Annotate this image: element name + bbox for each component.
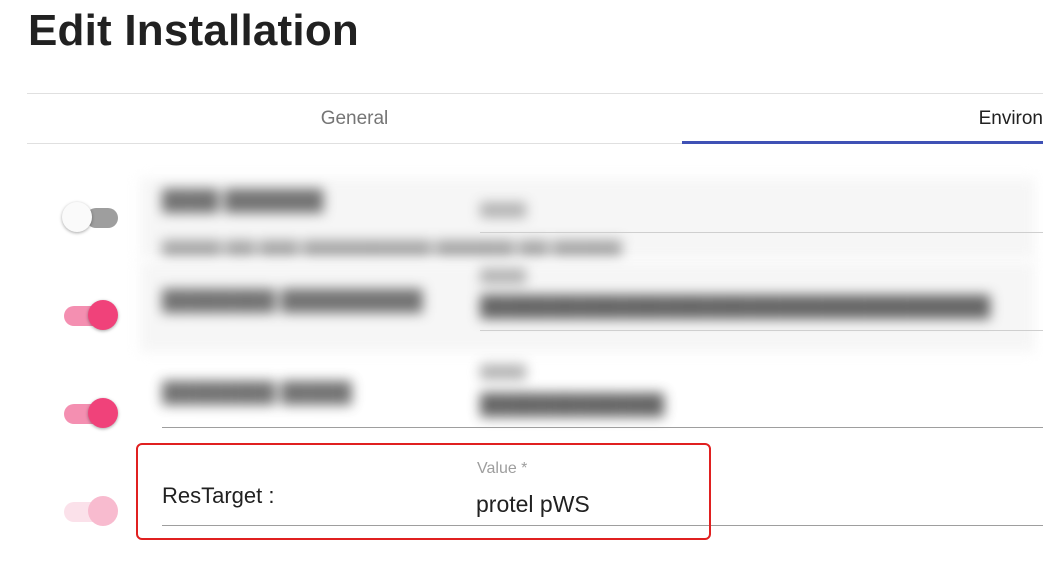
row-4-toggle[interactable] <box>62 492 118 526</box>
row-4-divider <box>162 525 1043 526</box>
row-1-blurred-content: ████ ███████ █████ ██████ ███ ████ █████… <box>140 178 1035 258</box>
page-title: Edit Installation <box>28 6 359 55</box>
toggle-thumb <box>88 398 118 428</box>
tab-environment[interactable]: Environ <box>682 94 1043 143</box>
row-3-blurred-content: ████████ █████ █████ █████████████ <box>140 360 700 422</box>
toggle-thumb <box>88 300 118 330</box>
blurred-label: █████ <box>480 268 527 283</box>
blurred-key: ████████ █████ <box>162 382 352 404</box>
restarget-value-input[interactable] <box>476 491 876 518</box>
row-2-blurred-content: ████████ ██████████ █████ ██████████████… <box>140 262 1035 352</box>
blurred-label: █████ <box>480 202 527 217</box>
blurred-label: █████ <box>480 364 527 379</box>
restarget-key-label: ResTarget : <box>162 483 275 508</box>
blurred-value: ████████████████████████████████████ <box>480 296 991 318</box>
row-2-divider <box>480 330 1043 331</box>
toggle-thumb <box>62 202 92 232</box>
row-3-toggle[interactable] <box>62 394 118 428</box>
tab-bar: General Environ <box>27 93 1043 144</box>
row-1-divider <box>480 232 1043 233</box>
blurred-key: ████████ ██████████ <box>162 290 423 312</box>
blurred-key: ████ ███████ <box>162 190 324 212</box>
toggle-thumb <box>88 496 118 526</box>
row-2-toggle[interactable] <box>62 296 118 330</box>
row-3-divider <box>162 427 1043 428</box>
blurred-description: ██████ ███ ████ █████████████ ████████ █… <box>162 240 622 256</box>
blurred-value: █████████████ <box>480 394 665 416</box>
tab-general[interactable]: General <box>27 94 682 143</box>
edit-installation-page: Edit Installation General Environ ████ █… <box>0 0 1043 580</box>
row-1-toggle[interactable] <box>62 198 118 232</box>
value-field-label: Value * <box>477 460 528 477</box>
active-tab-indicator <box>682 141 1043 144</box>
restarget-row: ResTarget : Value * <box>162 445 1043 527</box>
